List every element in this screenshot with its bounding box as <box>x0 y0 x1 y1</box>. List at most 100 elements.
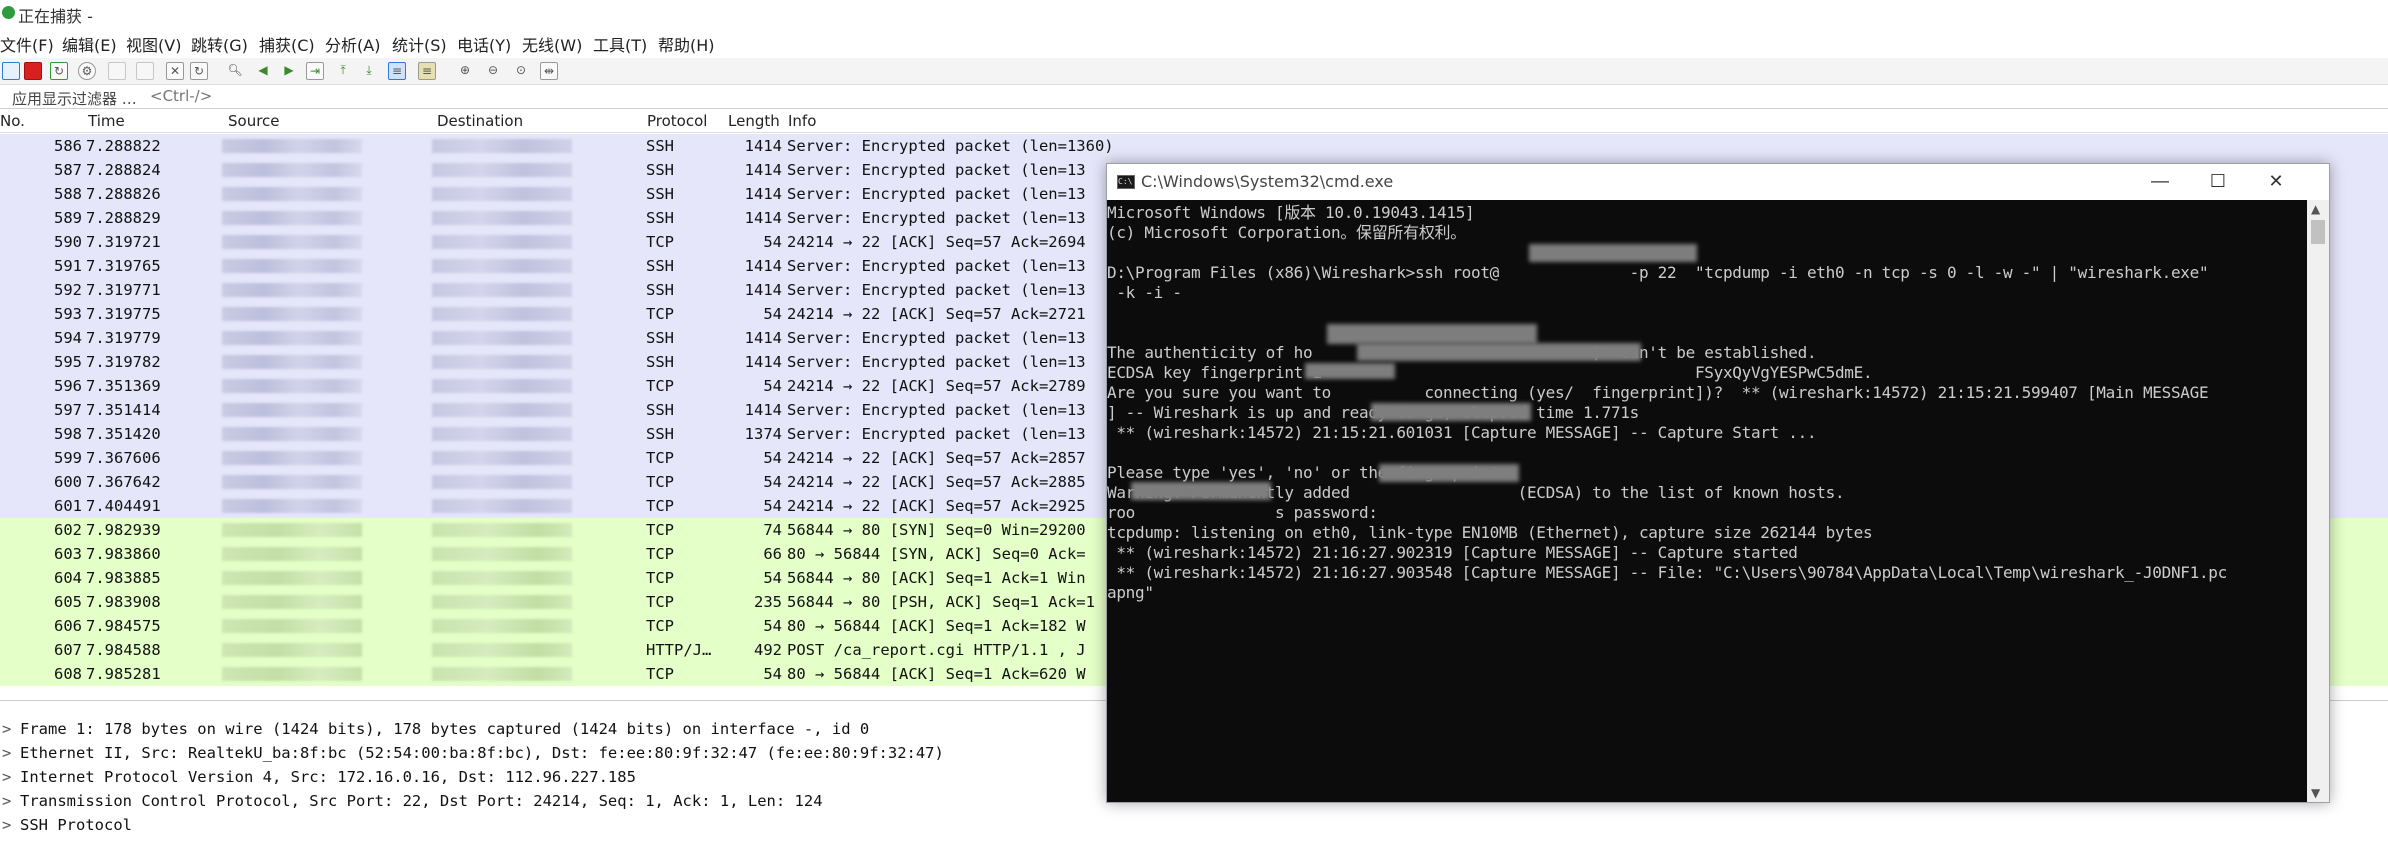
resize-columns-icon[interactable]: ⇹ <box>540 62 558 80</box>
packet-destination-redacted <box>432 547 572 561</box>
packet-length: 54 <box>763 233 782 251</box>
packet-no: 586 <box>54 137 82 155</box>
packet-info: Server: Encrypted packet (len=13 <box>787 185 1086 203</box>
expand-arrow-icon[interactable]: > <box>2 813 11 837</box>
packet-protocol: TCP <box>646 521 674 539</box>
console-line: (c) Microsoft Corporation。保留所有权利。 <box>1107 223 1466 242</box>
packet-no: 606 <box>54 617 82 635</box>
packet-source-redacted <box>222 595 362 609</box>
menu-go[interactable]: 跳转(G) <box>191 32 248 56</box>
window-title: 正在捕获 - <box>18 7 93 26</box>
expand-arrow-icon[interactable]: > <box>2 717 11 741</box>
wireshark-titlebar: 正在捕获 - <box>0 0 2388 28</box>
zoom-in-icon[interactable]: ⊕ <box>456 62 474 80</box>
packet-time: 7.404491 <box>86 497 161 515</box>
cmd-console-output[interactable]: Microsoft Windows [版本 10.0.19043.1415] (c… <box>1107 200 2307 802</box>
packet-info: Server: Encrypted packet (len=13 <box>787 425 1086 443</box>
reload-file-icon[interactable]: ↻ <box>190 62 208 80</box>
packet-source-redacted <box>222 523 362 537</box>
menu-telephony[interactable]: 电话(Y) <box>457 32 511 56</box>
zoom-reset-icon[interactable]: ⊙ <box>512 62 530 80</box>
packet-protocol: SSH <box>646 401 674 419</box>
packet-destination-redacted <box>432 403 572 417</box>
menu-help[interactable]: 帮助(H) <box>658 32 715 56</box>
menu-analyze[interactable]: 分析(A) <box>325 32 380 56</box>
expand-arrow-icon[interactable]: > <box>2 789 11 813</box>
go-forward-icon[interactable]: ▶ <box>280 62 298 80</box>
packet-time: 7.319782 <box>86 353 161 371</box>
expand-arrow-icon[interactable]: > <box>2 765 11 789</box>
colorize-icon[interactable]: ≡ <box>418 62 436 80</box>
restart-capture-icon[interactable]: ↻ <box>50 62 68 80</box>
menu-statistics[interactable]: 统计(S) <box>392 32 447 56</box>
menu-wireless[interactable]: 无线(W) <box>522 32 582 56</box>
packet-protocol: TCP <box>646 449 674 467</box>
packet-time: 7.351414 <box>86 401 161 419</box>
close-button[interactable]: ✕ <box>2247 164 2305 200</box>
packet-info: 80 → 56844 [ACK] Seq=1 Ack=620 W <box>787 665 1086 683</box>
scrollbar-thumb[interactable] <box>2311 220 2325 244</box>
packet-protocol: SSH <box>646 209 674 227</box>
packet-info: Server: Encrypted packet (len=13 <box>787 353 1086 371</box>
maximize-button[interactable]: ☐ <box>2189 164 2247 200</box>
save-file-icon[interactable] <box>136 62 154 80</box>
packet-length: 1414 <box>744 137 782 155</box>
go-to-packet-icon[interactable]: ⇥ <box>306 62 324 80</box>
packet-info: Server: Encrypted packet (len=13 <box>787 401 1086 419</box>
redacted-region <box>1327 324 1537 344</box>
packet-destination-redacted <box>432 571 572 585</box>
packet-time: 7.288829 <box>86 209 161 227</box>
packet-protocol: TCP <box>646 545 674 563</box>
menu-view[interactable]: 视图(V) <box>126 32 181 56</box>
go-back-icon[interactable]: ◀ <box>254 62 272 80</box>
column-header-time[interactable]: Time <box>88 112 125 130</box>
autoscroll-icon[interactable]: ≡ <box>388 62 406 80</box>
packet-no: 587 <box>54 161 82 179</box>
close-file-icon[interactable]: ✕ <box>166 62 184 80</box>
column-header-no[interactable]: No. <box>0 112 25 130</box>
first-packet-icon[interactable]: ⤒ <box>334 62 352 80</box>
packet-no: 593 <box>54 305 82 323</box>
packet-no: 604 <box>54 569 82 587</box>
minimize-button[interactable]: ― <box>2131 164 2189 200</box>
packet-row[interactable]: 586 7.288822 SSH 1414 Server: Encrypted pack… <box>0 134 2388 158</box>
packet-no: 600 <box>54 473 82 491</box>
packet-list-header: No. Time Source Destination Protocol Len… <box>0 110 2388 133</box>
scroll-down-icon[interactable]: ▼ <box>2311 786 2320 800</box>
cmd-scrollbar[interactable]: ▲ ▼ <box>2307 200 2329 802</box>
column-header-protocol[interactable]: Protocol <box>647 112 707 130</box>
scroll-up-icon[interactable]: ▲ <box>2311 202 2320 216</box>
open-file-icon[interactable] <box>108 62 126 80</box>
find-packet-icon[interactable]: 🔍︎ <box>226 62 244 80</box>
menu-capture[interactable]: 捕获(C) <box>259 32 315 56</box>
display-filter-input[interactable] <box>150 87 2350 105</box>
last-packet-icon[interactable]: ⤓ <box>360 62 378 80</box>
packet-destination-redacted <box>432 331 572 345</box>
stop-capture-icon[interactable] <box>24 62 42 80</box>
redacted-region <box>1379 464 1519 482</box>
packet-time: 7.288822 <box>86 137 161 155</box>
column-header-source[interactable]: Source <box>228 112 280 130</box>
packet-length: 54 <box>763 377 782 395</box>
menu-file[interactable]: 文件(F) <box>0 32 54 56</box>
menu-edit[interactable]: 编辑(E) <box>62 32 117 56</box>
column-header-destination[interactable]: Destination <box>437 112 523 130</box>
packet-info: 80 → 56844 [ACK] Seq=1 Ack=182 W <box>787 617 1086 635</box>
packet-length: 1414 <box>744 209 782 227</box>
start-capture-icon[interactable] <box>2 62 20 80</box>
column-header-length[interactable]: Length <box>728 112 780 130</box>
expand-arrow-icon[interactable]: > <box>2 741 11 765</box>
menu-tools[interactable]: 工具(T) <box>593 32 647 56</box>
packet-source-redacted <box>222 139 362 153</box>
packet-length: 1414 <box>744 185 782 203</box>
console-line: ** (wireshark:14572) 21:16:27.903548 [Ca… <box>1107 563 2227 582</box>
cmd-titlebar[interactable]: C:\ C:\Windows\System32\cmd.exe ― ☐ ✕ <box>1107 164 2329 200</box>
packet-source-redacted <box>222 331 362 345</box>
packet-time: 7.985281 <box>86 665 161 683</box>
column-header-info[interactable]: Info <box>788 112 816 130</box>
zoom-out-icon[interactable]: ⊖ <box>484 62 502 80</box>
capture-options-icon[interactable]: ⚙ <box>78 62 96 80</box>
packet-info: Server: Encrypted packet (len=13 <box>787 209 1086 227</box>
packet-length: 54 <box>763 305 782 323</box>
packet-info: 80 → 56844 [SYN, ACK] Seq=0 Ack= <box>787 545 1086 563</box>
